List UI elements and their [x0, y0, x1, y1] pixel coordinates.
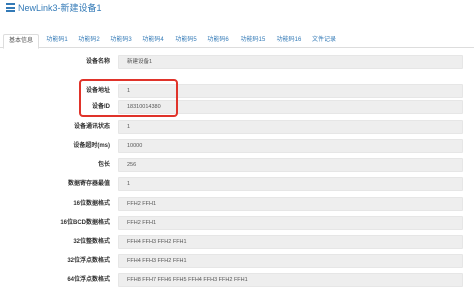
form-row-16bit-bcd-format: 16位BCD数据格式 FFH2 FFH1: [0, 216, 474, 230]
form-row-comm-status: 设备通讯状态 1: [0, 120, 474, 134]
form-row-device-id: 设备ID 18310014380: [0, 100, 474, 114]
tab-function-code-16[interactable]: 功能码16: [274, 34, 304, 48]
tab-function-code-1[interactable]: 功能码1: [44, 34, 70, 48]
form-row-device-address: 设备地址 1: [0, 84, 474, 98]
32bit-float-format-label: 32位浮点数格式: [67, 258, 110, 264]
device-name-label: 设备名称: [85, 59, 110, 65]
device-timeout-field[interactable]: 10000: [118, 139, 463, 153]
form-row-packet-length: 包长 256: [0, 158, 474, 172]
16bit-bcd-format-field[interactable]: FFH2 FFH1: [118, 216, 463, 230]
form-row-register-max: 数据寄存器最值 1: [0, 177, 474, 191]
packet-length-label: 包长: [97, 162, 110, 168]
form-row-device-timeout: 设备超时(ms) 10000: [0, 139, 474, 153]
register-max-field[interactable]: 1: [118, 177, 463, 191]
form-row-32bit-float-format: 32位浮点数格式 FFH4 FFH3 FFH2 FFH1: [0, 254, 474, 268]
device-name-field[interactable]: 新建设备1: [118, 55, 463, 69]
packet-length-field[interactable]: 256: [118, 158, 463, 172]
32bit-float-format-field[interactable]: FFH4 FFH3 FFH2 FFH1: [118, 254, 463, 268]
page-title: NewLink3-新建设备1: [18, 3, 102, 13]
tab-function-code-4[interactable]: 功能码4: [140, 34, 166, 48]
tab-function-code-6[interactable]: 功能码6: [205, 34, 231, 48]
tab-bar: 基本信息 功能码1 功能码2 功能码3 功能码4 功能码5 功能码6 功能码15…: [0, 34, 474, 49]
64bit-float-format-label: 64位浮点数格式: [67, 277, 110, 283]
tab-function-code-3[interactable]: 功能码3: [108, 34, 134, 48]
16bit-format-field[interactable]: FFH2 FFH1: [118, 197, 463, 211]
form-row-device-name: 设备名称 新建设备1: [0, 55, 474, 69]
tab-function-code-2[interactable]: 功能码2: [76, 34, 102, 48]
32bit-int-format-label: 32位整数格式: [73, 239, 110, 245]
16bit-format-label: 16位数据格式: [73, 201, 110, 207]
register-max-label: 数据寄存器最值: [67, 181, 110, 187]
tab-function-code-15[interactable]: 功能码15: [238, 34, 268, 48]
form-row-32bit-int-format: 32位整数格式 FFH4 FFH3 FFH2 FFH1: [0, 235, 474, 249]
16bit-bcd-format-label: 16位BCD数据格式: [60, 220, 110, 226]
tab-file-records[interactable]: 文件记录: [310, 34, 338, 48]
comm-status-label: 设备通讯状态: [73, 124, 110, 130]
form-row-64bit-float-format: 64位浮点数格式 FFH8 FFH7 FFH6 FFH5 FFH4 FFH3 F…: [0, 273, 474, 287]
page-header: NewLink3-新建设备1: [0, 0, 474, 22]
tab-basic-info[interactable]: 基本信息: [3, 34, 39, 49]
list-icon[interactable]: [6, 3, 15, 12]
device-timeout-label: 设备超时(ms): [73, 143, 110, 149]
comm-status-field[interactable]: 1: [118, 120, 463, 134]
highlight-annotation-box: [79, 79, 178, 117]
32bit-int-format-field[interactable]: FFH4 FFH3 FFH2 FFH1: [118, 235, 463, 249]
64bit-float-format-field[interactable]: FFH8 FFH7 FFH6 FFH5 FFH4 FFH3 FFH2 FFH1: [118, 273, 463, 287]
form-row-16bit-format: 16位数据格式 FFH2 FFH1: [0, 197, 474, 211]
tab-function-code-5[interactable]: 功能码5: [173, 34, 199, 48]
